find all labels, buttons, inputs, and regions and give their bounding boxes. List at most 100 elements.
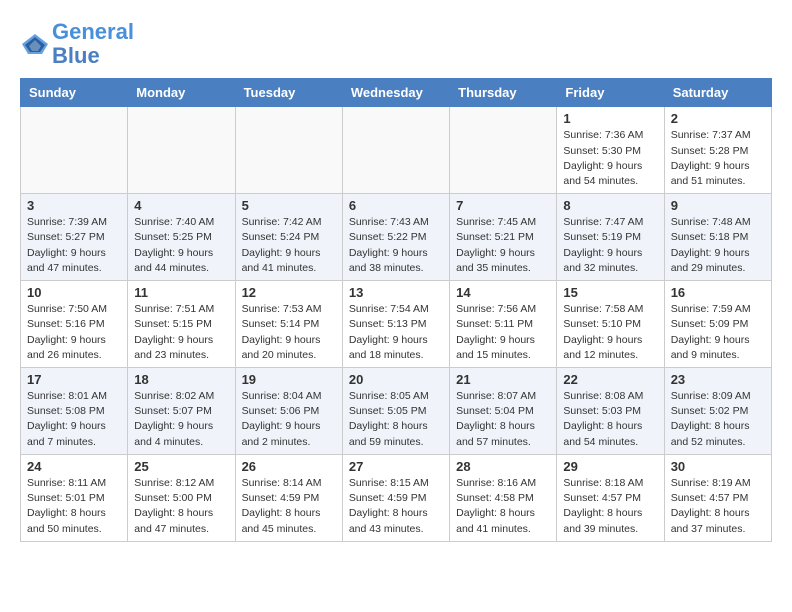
day-info: Sunrise: 8:07 AM Sunset: 5:04 PM Dayligh…	[456, 389, 550, 450]
day-number: 10	[27, 285, 121, 300]
day-info: Sunrise: 7:42 AM Sunset: 5:24 PM Dayligh…	[242, 215, 336, 276]
day-number: 29	[563, 459, 657, 474]
header-row: General Blue	[20, 20, 772, 68]
day-of-week-header: Friday	[557, 79, 664, 107]
day-info: Sunrise: 8:15 AM Sunset: 4:59 PM Dayligh…	[349, 476, 443, 537]
calendar-day-cell: 24 Sunrise: 8:11 AM Sunset: 5:01 PM Dayli…	[21, 454, 128, 541]
calendar-day-cell: 6 Sunrise: 7:43 AM Sunset: 5:22 PM Daylig…	[342, 194, 449, 281]
day-info: Sunrise: 8:16 AM Sunset: 4:58 PM Dayligh…	[456, 476, 550, 537]
logo: General Blue	[20, 20, 134, 68]
calendar-day-cell: 7 Sunrise: 7:45 AM Sunset: 5:21 PM Daylig…	[450, 194, 557, 281]
calendar-day-cell: 8 Sunrise: 7:47 AM Sunset: 5:19 PM Daylig…	[557, 194, 664, 281]
calendar-day-cell: 15 Sunrise: 7:58 AM Sunset: 5:10 PM Dayli…	[557, 281, 664, 368]
calendar-day-cell: 1Sunrise: 7:36 AM Sunset: 5:30 PM Daylig…	[557, 107, 664, 194]
calendar-day-cell: 19 Sunrise: 8:04 AM Sunset: 5:06 PM Dayli…	[235, 368, 342, 455]
calendar-day-cell: 18 Sunrise: 8:02 AM Sunset: 5:07 PM Dayli…	[128, 368, 235, 455]
day-of-week-header: Sunday	[21, 79, 128, 107]
day-info: Sunrise: 7:40 AM Sunset: 5:25 PM Dayligh…	[134, 215, 228, 276]
day-number: 11	[134, 285, 228, 300]
calendar-week-row: 17Sunrise: 8:01 AM Sunset: 5:08 PM Dayli…	[21, 368, 772, 455]
calendar-table: SundayMondayTuesdayWednesdayThursdayFrid…	[20, 78, 772, 541]
day-number: 20	[349, 372, 443, 387]
day-number: 5	[242, 198, 336, 213]
day-number: 18	[134, 372, 228, 387]
day-number: 25	[134, 459, 228, 474]
day-info: Sunrise: 8:14 AM Sunset: 4:59 PM Dayligh…	[242, 476, 336, 537]
day-info: Sunrise: 8:11 AM Sunset: 5:01 PM Dayligh…	[27, 476, 121, 537]
calendar-day-cell	[21, 107, 128, 194]
calendar-day-cell: 11 Sunrise: 7:51 AM Sunset: 5:15 PM Dayli…	[128, 281, 235, 368]
calendar-day-cell: 25 Sunrise: 8:12 AM Sunset: 5:00 PM Dayli…	[128, 454, 235, 541]
day-number: 22	[563, 372, 657, 387]
day-info: Sunrise: 7:50 AM Sunset: 5:16 PM Dayligh…	[27, 302, 121, 363]
calendar-day-cell: 22 Sunrise: 8:08 AM Sunset: 5:03 PM Dayli…	[557, 368, 664, 455]
day-of-week-header: Thursday	[450, 79, 557, 107]
calendar-day-cell: 16 Sunrise: 7:59 AM Sunset: 5:09 PM Dayli…	[664, 281, 771, 368]
day-info: Sunrise: 7:43 AM Sunset: 5:22 PM Dayligh…	[349, 215, 443, 276]
day-info: Sunrise: 7:39 AM Sunset: 5:27 PM Dayligh…	[27, 215, 121, 276]
day-info: Sunrise: 7:58 AM Sunset: 5:10 PM Dayligh…	[563, 302, 657, 363]
day-info: Sunrise: 7:45 AM Sunset: 5:21 PM Dayligh…	[456, 215, 550, 276]
day-info: Sunrise: 7:48 AM Sunset: 5:18 PM Dayligh…	[671, 215, 765, 276]
day-number: 19	[242, 372, 336, 387]
calendar-day-cell: 28 Sunrise: 8:16 AM Sunset: 4:58 PM Dayli…	[450, 454, 557, 541]
calendar-day-cell: 27 Sunrise: 8:15 AM Sunset: 4:59 PM Dayli…	[342, 454, 449, 541]
day-number: 12	[242, 285, 336, 300]
calendar-week-row: 1Sunrise: 7:36 AM Sunset: 5:30 PM Daylig…	[21, 107, 772, 194]
logo-icon	[20, 32, 50, 56]
day-number: 3	[27, 198, 121, 213]
calendar-day-cell: 4Sunrise: 7:40 AM Sunset: 5:25 PM Daylig…	[128, 194, 235, 281]
day-info: Sunrise: 8:19 AM Sunset: 4:57 PM Dayligh…	[671, 476, 765, 537]
day-number: 23	[671, 372, 765, 387]
day-number: 16	[671, 285, 765, 300]
calendar-day-cell: 17Sunrise: 8:01 AM Sunset: 5:08 PM Dayli…	[21, 368, 128, 455]
calendar-day-cell: 2Sunrise: 7:37 AM Sunset: 5:28 PM Daylig…	[664, 107, 771, 194]
calendar-week-row: 24 Sunrise: 8:11 AM Sunset: 5:01 PM Dayli…	[21, 454, 772, 541]
calendar-day-cell	[235, 107, 342, 194]
page-container: General Blue SundayMondayTuesdayWednesda…	[0, 0, 792, 552]
day-number: 28	[456, 459, 550, 474]
calendar-day-cell: 21 Sunrise: 8:07 AM Sunset: 5:04 PM Dayli…	[450, 368, 557, 455]
calendar-day-cell: 3 Sunrise: 7:39 AM Sunset: 5:27 PM Daylig…	[21, 194, 128, 281]
calendar-header: SundayMondayTuesdayWednesdayThursdayFrid…	[21, 79, 772, 107]
calendar-day-cell: 13 Sunrise: 7:54 AM Sunset: 5:13 PM Dayli…	[342, 281, 449, 368]
day-info: Sunrise: 8:02 AM Sunset: 5:07 PM Dayligh…	[134, 389, 228, 450]
day-info: Sunrise: 8:12 AM Sunset: 5:00 PM Dayligh…	[134, 476, 228, 537]
day-number: 13	[349, 285, 443, 300]
day-of-week-header: Wednesday	[342, 79, 449, 107]
day-number: 15	[563, 285, 657, 300]
day-number: 7	[456, 198, 550, 213]
day-number: 27	[349, 459, 443, 474]
logo-blue: Blue	[52, 44, 134, 68]
day-info: Sunrise: 8:04 AM Sunset: 5:06 PM Dayligh…	[242, 389, 336, 450]
day-info: Sunrise: 7:47 AM Sunset: 5:19 PM Dayligh…	[563, 215, 657, 276]
day-number: 26	[242, 459, 336, 474]
day-info: Sunrise: 7:36 AM Sunset: 5:30 PM Dayligh…	[563, 128, 657, 189]
day-info: Sunrise: 7:56 AM Sunset: 5:11 PM Dayligh…	[456, 302, 550, 363]
day-info: Sunrise: 8:09 AM Sunset: 5:02 PM Dayligh…	[671, 389, 765, 450]
day-number: 6	[349, 198, 443, 213]
calendar-day-cell	[450, 107, 557, 194]
calendar-day-cell: 29Sunrise: 8:18 AM Sunset: 4:57 PM Dayli…	[557, 454, 664, 541]
day-number: 2	[671, 111, 765, 126]
calendar-day-cell: 30Sunrise: 8:19 AM Sunset: 4:57 PM Dayli…	[664, 454, 771, 541]
day-number: 24	[27, 459, 121, 474]
calendar-day-cell	[128, 107, 235, 194]
day-number: 21	[456, 372, 550, 387]
day-number: 14	[456, 285, 550, 300]
logo-general: General	[52, 20, 134, 44]
calendar-day-cell: 23 Sunrise: 8:09 AM Sunset: 5:02 PM Dayli…	[664, 368, 771, 455]
calendar-day-cell: 14 Sunrise: 7:56 AM Sunset: 5:11 PM Dayli…	[450, 281, 557, 368]
day-number: 9	[671, 198, 765, 213]
day-info: Sunrise: 8:01 AM Sunset: 5:08 PM Dayligh…	[27, 389, 121, 450]
day-info: Sunrise: 8:08 AM Sunset: 5:03 PM Dayligh…	[563, 389, 657, 450]
day-info: Sunrise: 7:54 AM Sunset: 5:13 PM Dayligh…	[349, 302, 443, 363]
day-of-week-header: Tuesday	[235, 79, 342, 107]
calendar-day-cell: 12Sunrise: 7:53 AM Sunset: 5:14 PM Dayli…	[235, 281, 342, 368]
day-info: Sunrise: 7:51 AM Sunset: 5:15 PM Dayligh…	[134, 302, 228, 363]
day-info: Sunrise: 7:59 AM Sunset: 5:09 PM Dayligh…	[671, 302, 765, 363]
calendar-day-cell: 20Sunrise: 8:05 AM Sunset: 5:05 PM Dayli…	[342, 368, 449, 455]
day-of-week-header: Saturday	[664, 79, 771, 107]
day-of-week-header: Monday	[128, 79, 235, 107]
day-number: 8	[563, 198, 657, 213]
